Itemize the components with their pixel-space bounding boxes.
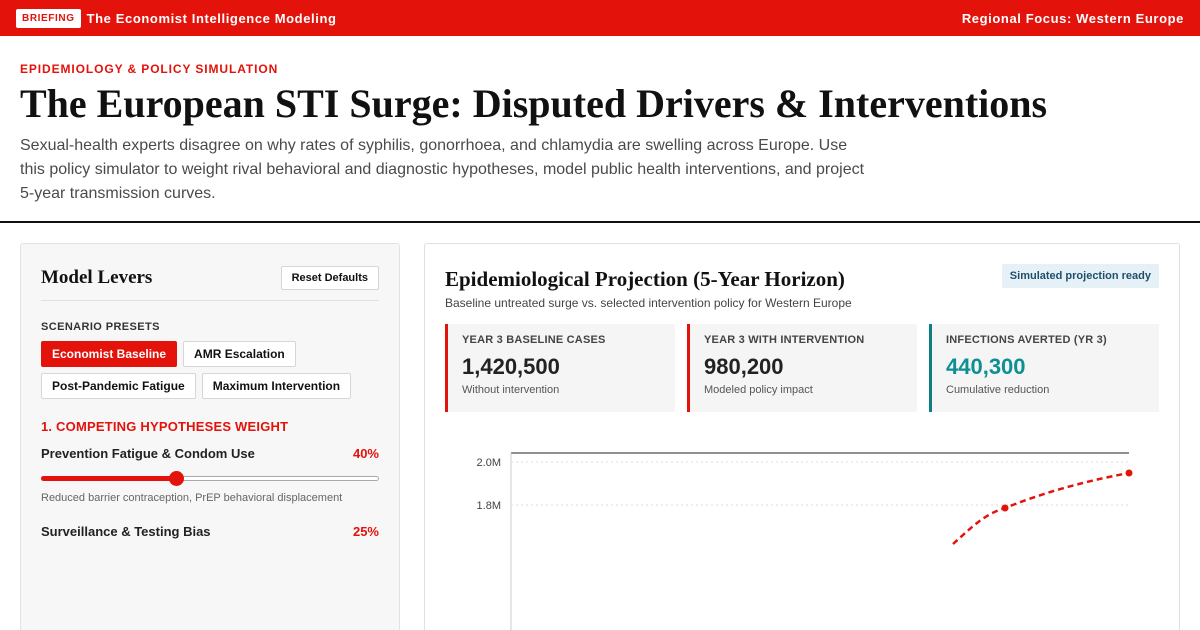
slider-value-prevention: 40%	[352, 446, 379, 461]
slider-label-surveillance: Surveillance & Testing Bias	[41, 524, 211, 539]
levers-title: Model Levers	[41, 267, 153, 288]
reset-defaults-button[interactable]: Reset Defaults	[280, 266, 379, 290]
prevention-fatigue-slider[interactable]	[41, 469, 379, 487]
slider-label-prevention: Prevention Fatigue & Condom Use	[41, 446, 255, 461]
data-point	[1001, 504, 1009, 512]
page-description: Sexual-health experts disagree on why ra…	[20, 137, 865, 202]
brand: BRIEFING The Economist Intelligence Mode…	[16, 8, 337, 28]
app-title: The Economist Intelligence Modeling	[86, 10, 337, 26]
region-label: Regional Focus: Western Europe	[961, 10, 1184, 26]
page-title: The European STI Surge: Disputed Drivers…	[20, 81, 1048, 126]
projection-panel: Epidemiological Projection (5-Year Horiz…	[424, 243, 1180, 630]
kpi-label: YEAR 3 WITH INTERVENTION	[704, 334, 865, 346]
hypotheses-group-title: 1. COMPETING HYPOTHESES WEIGHT	[41, 419, 289, 434]
briefing-badge: BRIEFING	[16, 8, 81, 28]
slider-fill	[41, 476, 177, 481]
y-tick-label: 1.8M	[477, 500, 501, 512]
slider-value-surveillance: 25%	[352, 524, 379, 539]
preset-post-pandemic-fatigue[interactable]: Post-Pandemic Fatigue	[41, 373, 196, 399]
kpi-value: 1,420,500	[462, 354, 560, 379]
preset-group: Economist Baseline AMR Escalation Post-P…	[41, 341, 379, 399]
slider-header-prevention: Prevention Fatigue & Condom Use 40%	[41, 446, 379, 461]
model-levers-panel: Model Levers Reset Defaults SCENARIO PRE…	[20, 243, 400, 630]
slider-note-prevention: Reduced barrier contraception, PrEP beha…	[41, 492, 343, 504]
projection-chart: 2.0M 1.8M	[477, 452, 1133, 630]
kpi-card-averted: INFECTIONS AVERTED (YR 3) 440,300 Cumula…	[929, 324, 1159, 412]
projection-subtitle: Baseline untreated surge vs. selected in…	[445, 296, 852, 310]
kpi-label: YEAR 3 BASELINE CASES	[462, 334, 606, 346]
data-point	[1125, 469, 1133, 477]
slider-thumb[interactable]	[169, 471, 185, 486]
projection-title: Epidemiological Projection (5-Year Horiz…	[445, 267, 845, 291]
kpi-note: Cumulative reduction	[946, 384, 1050, 396]
preset-economist-baseline[interactable]: Economist Baseline	[41, 341, 178, 367]
y-tick-label: 2.0M	[477, 457, 501, 469]
preset-maximum-intervention[interactable]: Maximum Intervention	[201, 373, 352, 399]
kicker: EPIDEMIOLOGY & POLICY SIMULATION	[20, 62, 279, 76]
preset-amr-escalation[interactable]: AMR Escalation	[183, 341, 296, 367]
kpi-card-intervention: YEAR 3 WITH INTERVENTION 980,200 Modeled…	[687, 324, 917, 412]
slider-header-surveillance: Surveillance & Testing Bias 25%	[41, 524, 379, 539]
presets-label: SCENARIO PRESETS	[41, 321, 160, 333]
kpi-note: Modeled policy impact	[704, 384, 813, 396]
kpi-label: INFECTIONS AVERTED (YR 3)	[946, 334, 1107, 346]
kpi-card-baseline: YEAR 3 BASELINE CASES 1,420,500 Without …	[445, 324, 675, 412]
levers-header: Model Levers Reset Defaults	[41, 244, 379, 301]
kpi-value: 980,200	[704, 354, 784, 379]
article-header: EPIDEMIOLOGY & POLICY SIMULATION The Eur…	[20, 36, 1180, 206]
kpi-value: 440,300	[946, 354, 1026, 379]
intervention-series-line	[952, 471, 1130, 545]
top-bar: BRIEFING The Economist Intelligence Mode…	[0, 0, 1200, 36]
header-divider	[0, 221, 1200, 223]
status-badge: Simulated projection ready	[1001, 264, 1159, 288]
kpi-note: Without intervention	[462, 384, 560, 396]
kpi-cards: YEAR 3 BASELINE CASES 1,420,500 Without …	[445, 324, 1159, 412]
